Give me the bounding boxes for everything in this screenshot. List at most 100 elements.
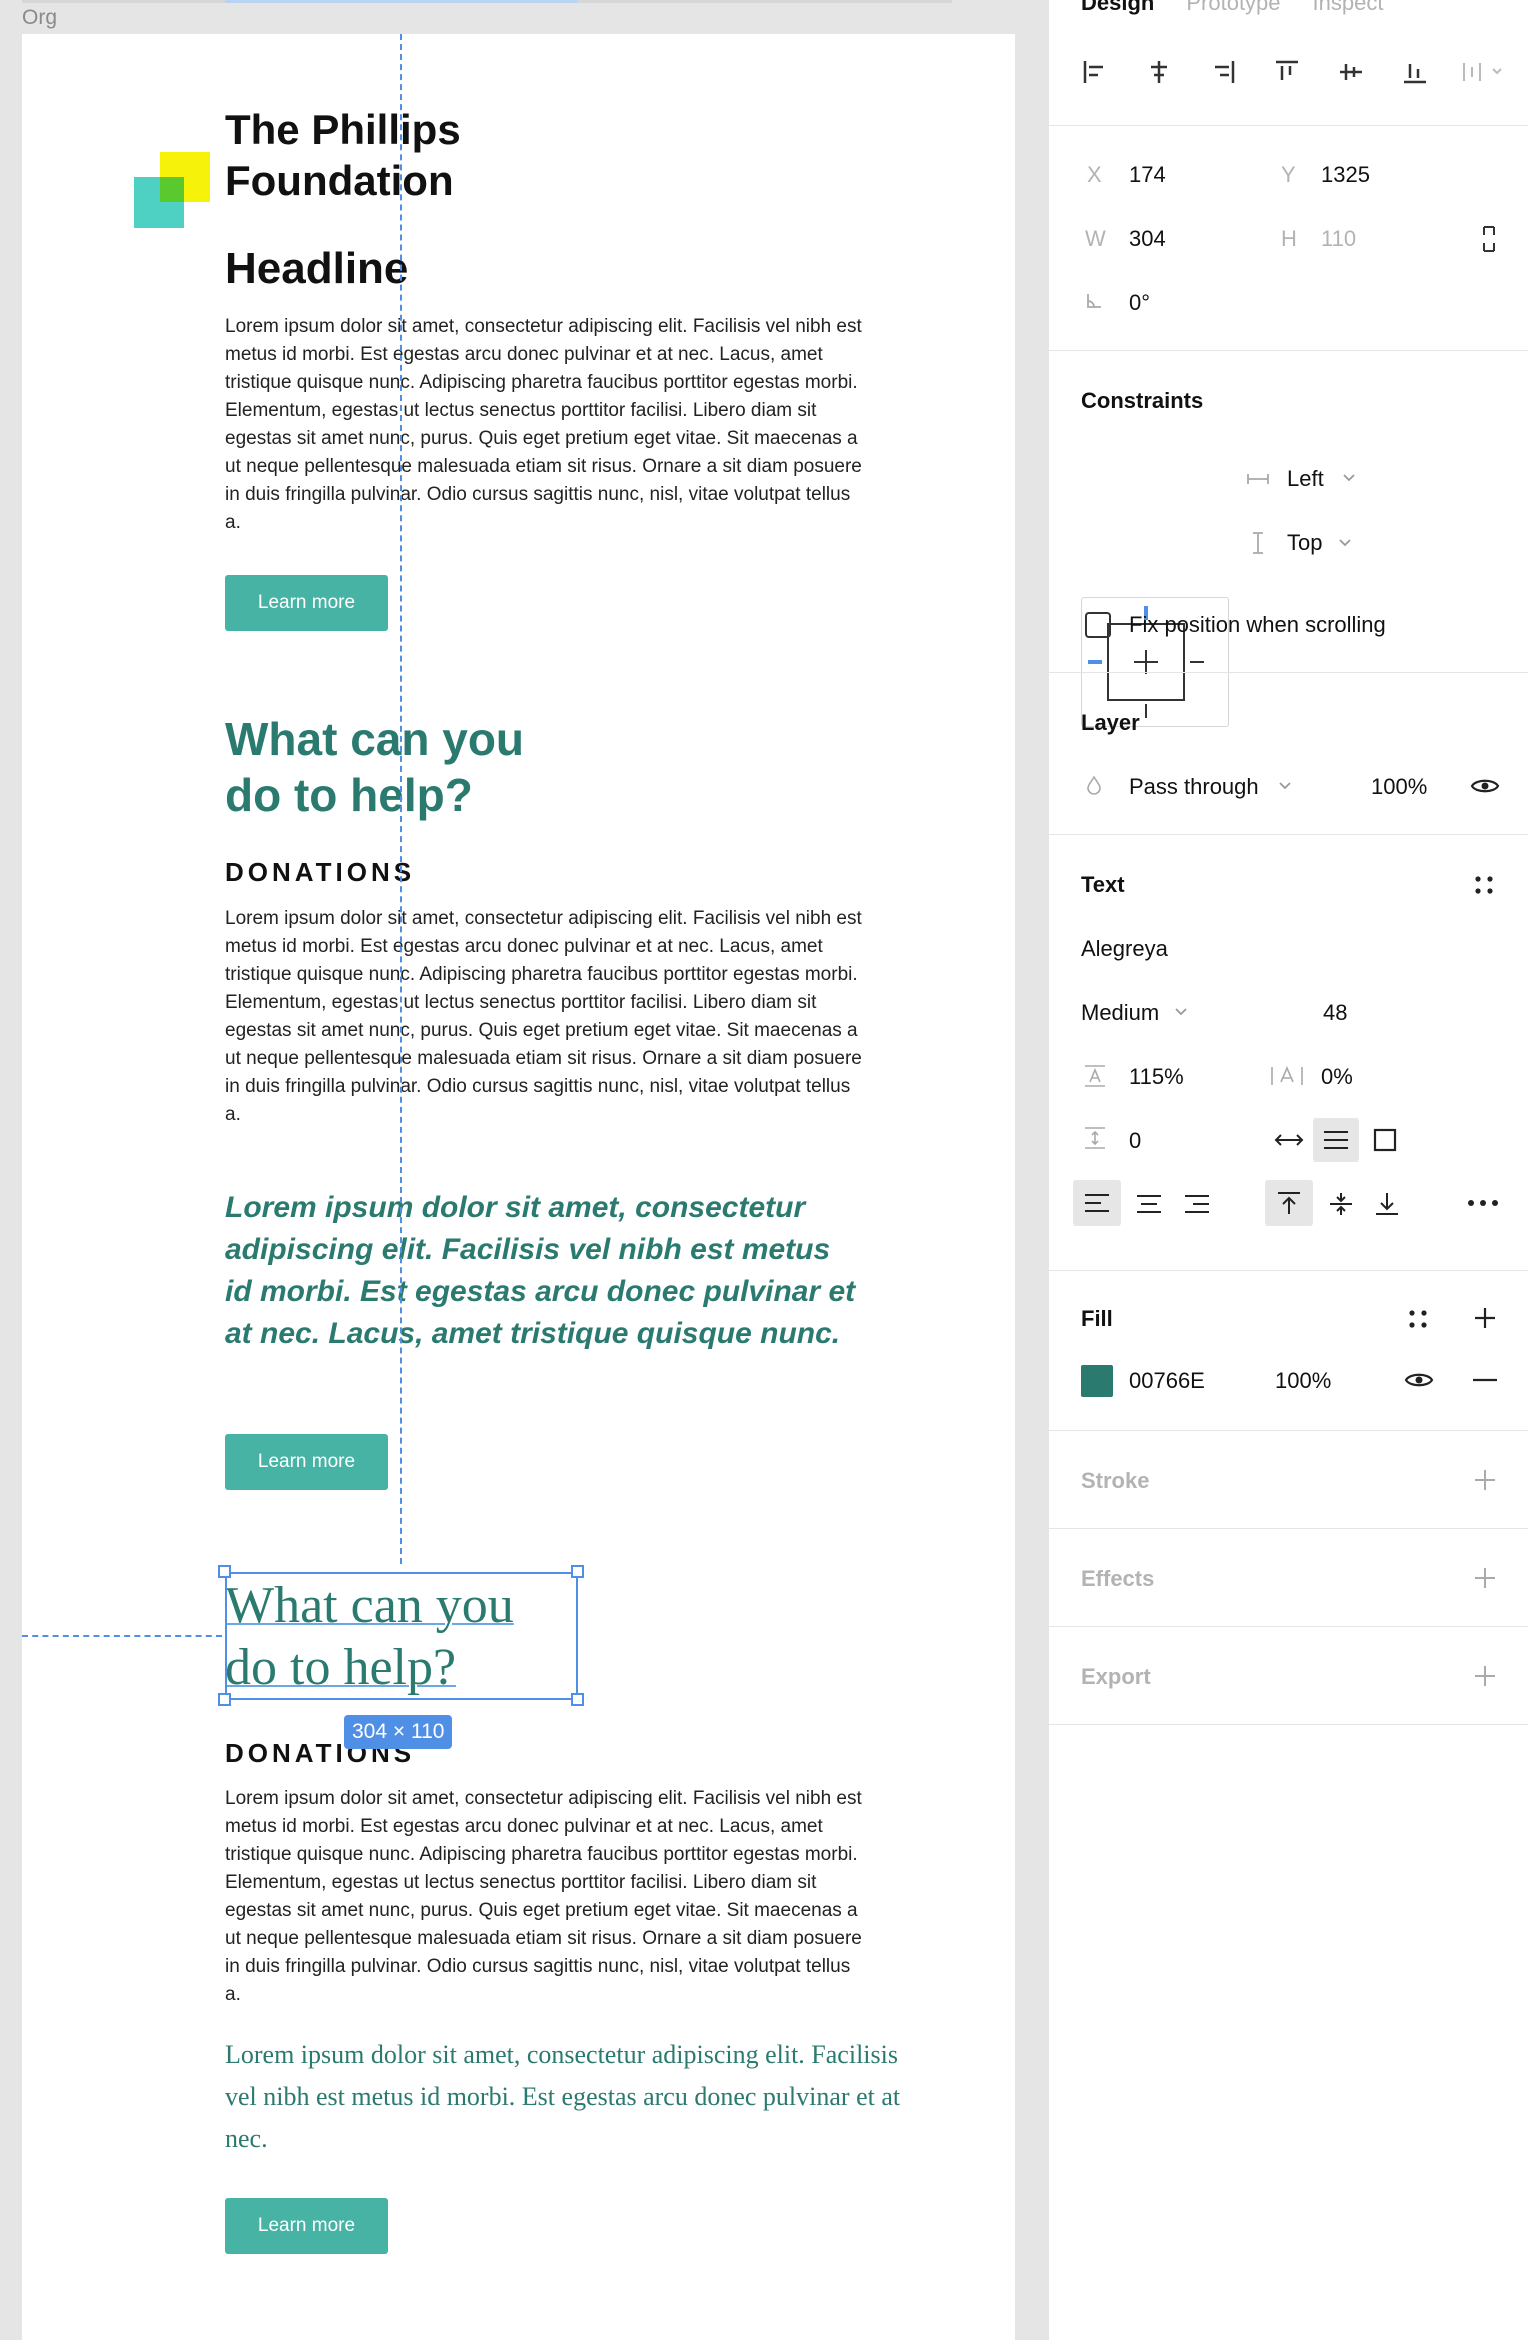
line-height-field[interactable]: 115% (1129, 1064, 1184, 1090)
add-fill-icon[interactable] (1469, 1302, 1501, 1334)
text-title: Text (1081, 872, 1125, 897)
x-field[interactable]: 174 (1129, 162, 1166, 188)
serif-paragraph[interactable]: Lorem ipsum dolor sit amet, consectetur … (225, 2034, 905, 2160)
x-label: X (1087, 162, 1102, 187)
body-text-1[interactable]: Lorem ipsum dolor sit amet, consectetur … (225, 313, 865, 537)
w-label: W (1085, 226, 1106, 251)
add-export-icon[interactable] (1469, 1660, 1501, 1692)
frame-label[interactable]: Org (22, 6, 57, 30)
fill-opacity-field[interactable]: 100% (1275, 1368, 1331, 1394)
resize-handle-br[interactable] (571, 1693, 584, 1706)
fix-position-checkbox[interactable] (1085, 612, 1111, 638)
help-heading-line1: What can you (225, 713, 525, 765)
body-text-2[interactable]: Lorem ipsum dolor sit amet, consectetur … (225, 905, 865, 1129)
align-left-icon[interactable] (1079, 56, 1111, 88)
horizontal-constraint-icon (1245, 468, 1271, 490)
tab-design[interactable]: Design (1081, 0, 1154, 16)
h-field[interactable]: 110 (1321, 226, 1356, 252)
dimension-badge: 304 × 110 (344, 1715, 453, 1749)
learn-more-button-2[interactable]: Learn more (225, 1434, 388, 1490)
learn-more-button-1[interactable]: Learn more (225, 575, 388, 631)
body-text-3[interactable]: Lorem ipsum dolor sit amet, consectetur … (225, 1785, 865, 2009)
tab-prototype[interactable]: Prototype (1186, 0, 1280, 16)
chevron-down-icon[interactable] (1275, 776, 1295, 796)
align-text-top-icon[interactable] (1265, 1180, 1313, 1226)
add-stroke-icon[interactable] (1469, 1464, 1501, 1496)
letter-spacing-icon (1267, 1060, 1307, 1092)
font-family-dropdown[interactable]: Alegreya (1081, 936, 1168, 962)
distribute-icon[interactable] (1459, 56, 1509, 88)
divider (1049, 1626, 1528, 1627)
fill-styles-icon[interactable] (1403, 1304, 1433, 1334)
tab-inspect[interactable]: Inspect (1313, 0, 1384, 16)
quote-text[interactable]: Lorem ipsum dolor sit amet, consectetur … (225, 1187, 865, 1355)
align-center-h-icon[interactable] (1143, 56, 1175, 88)
font-size-field[interactable]: 48 (1323, 1000, 1347, 1026)
chevron-down-icon[interactable] (1335, 533, 1355, 553)
divider (1049, 834, 1528, 835)
more-options-icon[interactable] (1463, 1186, 1503, 1220)
letter-spacing-field[interactable]: 0% (1321, 1064, 1353, 1090)
fill-swatch[interactable] (1081, 1365, 1113, 1397)
text-styles-icon[interactable] (1469, 870, 1499, 900)
eye-icon[interactable] (1467, 772, 1503, 800)
divider (1049, 1430, 1528, 1431)
chevron-down-icon[interactable] (1339, 468, 1359, 488)
constraint-top-dropdown[interactable]: Top (1287, 530, 1322, 556)
divider (1049, 1270, 1528, 1271)
fixed-size-icon[interactable] (1369, 1124, 1401, 1156)
auto-height-icon[interactable] (1313, 1118, 1359, 1162)
logo-overlap (160, 177, 184, 202)
layer-opacity-field[interactable]: 100% (1371, 774, 1427, 800)
panel-tabs: Design Prototype Inspect (1081, 0, 1383, 16)
constrain-proportions-icon[interactable] (1475, 222, 1503, 256)
add-effect-icon[interactable] (1469, 1562, 1501, 1594)
align-middle-v-icon[interactable] (1335, 56, 1367, 88)
align-text-bottom-icon[interactable] (1367, 1184, 1407, 1224)
horizontal-guide (22, 1635, 222, 1637)
properties-panel: Design Prototype Inspect X 174 Y 1325 W … (1048, 0, 1528, 2340)
w-field[interactable]: 304 (1129, 226, 1166, 252)
canvas[interactable]: Org The Phillips Foundation Headline Lor… (0, 0, 1048, 2340)
divider (1049, 672, 1528, 673)
effects-title: Effects (1081, 1566, 1155, 1591)
org-name-line1: The Phillips (225, 106, 461, 153)
resize-handle-tr[interactable] (571, 1565, 584, 1578)
line-height-icon (1079, 1060, 1111, 1092)
align-bottom-icon[interactable] (1399, 56, 1431, 88)
learn-more-button-3[interactable]: Learn more (225, 2198, 388, 2254)
vertical-guide (400, 34, 402, 1564)
blend-mode-icon (1083, 774, 1105, 796)
fill-title: Fill (1081, 1306, 1113, 1331)
paragraph-spacing-icon (1079, 1122, 1111, 1154)
align-text-middle-icon[interactable] (1321, 1184, 1361, 1224)
fill-hex-field[interactable]: 00766E (1129, 1368, 1205, 1394)
align-top-icon[interactable] (1271, 56, 1303, 88)
y-field[interactable]: 1325 (1321, 162, 1370, 188)
chevron-down-icon[interactable] (1171, 1002, 1191, 1022)
org-name[interactable]: The Phillips Foundation (225, 104, 461, 206)
constraint-left-dropdown[interactable]: Left (1287, 466, 1324, 492)
blend-mode-dropdown[interactable]: Pass through (1129, 774, 1259, 800)
align-right-icon[interactable] (1207, 56, 1239, 88)
text-align-left-icon[interactable] (1073, 1180, 1121, 1226)
text-align-center-icon[interactable] (1129, 1184, 1169, 1224)
headline[interactable]: Headline (225, 244, 408, 294)
divider (1049, 125, 1528, 126)
org-name-line2: Foundation (225, 157, 454, 204)
remove-fill-icon[interactable] (1469, 1366, 1501, 1394)
eye-icon[interactable] (1401, 1366, 1437, 1394)
text-align-right-icon[interactable] (1177, 1184, 1217, 1224)
divider (1049, 1528, 1528, 1529)
logo[interactable] (134, 152, 210, 228)
paragraph-spacing-field[interactable]: 0 (1129, 1128, 1141, 1154)
auto-width-icon[interactable] (1271, 1124, 1307, 1156)
font-weight-dropdown[interactable]: Medium (1081, 1000, 1159, 1026)
constraints-title: Constraints (1081, 388, 1204, 413)
donations-label-1[interactable]: DONATIONS (225, 857, 415, 888)
selection-box[interactable] (225, 1572, 578, 1700)
resize-handle-tl[interactable] (218, 1565, 231, 1578)
help-heading-1[interactable]: What can you do to help? (225, 711, 524, 823)
resize-handle-bl[interactable] (218, 1693, 231, 1706)
rotation-field[interactable]: 0° (1129, 290, 1150, 316)
